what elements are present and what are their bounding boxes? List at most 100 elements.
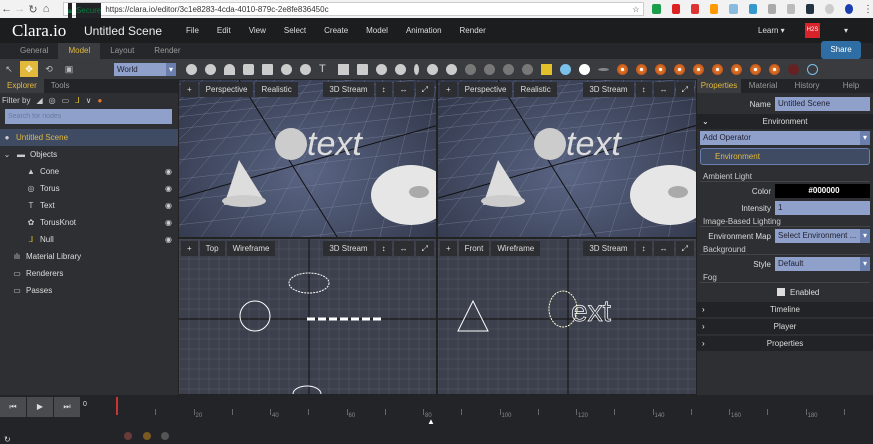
- timeline[interactable]: ⏮ ▶ ⏭ 0 20 40 60 80 100 120 140 160 180 ▲ ↻: [0, 395, 873, 444]
- move-tool-icon[interactable]: ✥: [20, 61, 38, 77]
- hair-icon[interactable]: [446, 63, 457, 75]
- null-icon[interactable]: [541, 63, 552, 75]
- torusknot-icon[interactable]: [300, 63, 311, 75]
- extension-icon[interactable]: [748, 4, 757, 14]
- menu-file[interactable]: File: [186, 26, 213, 35]
- menu-render[interactable]: Render: [460, 26, 500, 35]
- add-icon[interactable]: [579, 63, 590, 75]
- material-icon[interactable]: [750, 63, 761, 75]
- menu-model[interactable]: Model: [366, 26, 402, 35]
- vertical-arrows-icon[interactable]: ↕: [635, 82, 652, 97]
- viewport-4[interactable]: ext + Front Wireframe 3D Stream ↕ ↔ ⤢: [437, 238, 697, 395]
- extension-icon[interactable]: [690, 4, 700, 14]
- back-icon[interactable]: ←: [0, 3, 13, 15]
- maximize-icon[interactable]: ⤢: [415, 82, 434, 97]
- material-icon[interactable]: [655, 63, 666, 75]
- geosphere-icon[interactable]: [186, 63, 197, 75]
- tree-item-renderers[interactable]: ▭ Renderers: [0, 265, 178, 282]
- loop-icon[interactable]: ↻: [4, 435, 11, 444]
- render-mode-select[interactable]: Wireframe: [491, 241, 541, 256]
- material-icon[interactable]: [769, 63, 780, 75]
- tab-render[interactable]: Render: [144, 43, 190, 59]
- menu-animation[interactable]: Animation: [406, 26, 456, 35]
- tree-item-cone[interactable]: ▲ Cone ◉: [0, 163, 178, 180]
- menu-edit[interactable]: Edit: [217, 26, 245, 35]
- light-icon[interactable]: [503, 63, 514, 75]
- camera-select[interactable]: Top: [199, 241, 225, 256]
- account-dropdown[interactable]: ▾: [844, 26, 848, 35]
- tree-item-passes[interactable]: ▭ Passes: [0, 282, 178, 299]
- material-icon[interactable]: [617, 63, 628, 75]
- visibility-eye-icon[interactable]: ◉: [165, 218, 172, 227]
- viewport-3[interactable]: + Top Wireframe 3D Stream ↕ ↔ ⤢: [178, 238, 437, 395]
- visibility-eye-icon[interactable]: ◉: [165, 235, 172, 244]
- tab-properties[interactable]: Properties: [697, 79, 741, 93]
- home-icon[interactable]: ⌂: [40, 3, 53, 15]
- brush-icon[interactable]: [427, 63, 438, 75]
- visibility-eye-icon[interactable]: ◉: [165, 201, 172, 210]
- tree-item-scene[interactable]: ● Untitled Scene: [0, 129, 178, 146]
- extension-icon[interactable]: [825, 4, 834, 14]
- tab-history[interactable]: History: [785, 79, 829, 93]
- filter-curve-icon[interactable]: ∨: [86, 96, 92, 105]
- adblock-icon[interactable]: [671, 4, 680, 14]
- profile-icon[interactable]: [844, 4, 853, 14]
- extension-icon[interactable]: [806, 4, 815, 14]
- skip-end-button[interactable]: ⏭: [54, 397, 80, 417]
- coordinate-space-select[interactable]: World: [114, 62, 176, 76]
- tree-item-null[interactable]: ⅃ Null ◉: [0, 231, 178, 248]
- tab-material[interactable]: Material: [741, 79, 785, 93]
- tree-item-objects[interactable]: ⌄ ▬ Objects: [0, 146, 178, 163]
- playhead[interactable]: [116, 397, 118, 415]
- extension-icon[interactable]: [767, 4, 777, 14]
- rss-icon[interactable]: [710, 4, 719, 14]
- player-section-header[interactable]: › Player: [697, 319, 873, 334]
- viewport-2[interactable]: text + Perspective Realistic 3D Stream ↕…: [437, 79, 697, 238]
- extension-icon[interactable]: [787, 4, 796, 14]
- text-icon[interactable]: T: [319, 63, 330, 75]
- tree-item-material-library[interactable]: ılı Material Library: [0, 248, 178, 265]
- material-icon[interactable]: [674, 63, 685, 75]
- key-red-icon[interactable]: [124, 432, 132, 440]
- pyramid-icon[interactable]: [338, 63, 349, 75]
- check-icon[interactable]: [807, 63, 818, 75]
- share-button[interactable]: Share: [821, 41, 861, 59]
- rotate-tool-icon[interactable]: ⟲: [40, 61, 58, 77]
- camera-select[interactable]: Front: [458, 241, 490, 256]
- tree-item-text[interactable]: T Text ◉: [0, 197, 178, 214]
- viewport-menu-button[interactable]: +: [181, 82, 198, 97]
- visibility-eye-icon[interactable]: ◉: [165, 167, 172, 176]
- tab-layout[interactable]: Layout: [100, 43, 144, 59]
- extension-icon[interactable]: [729, 4, 738, 14]
- style-select[interactable]: Default: [775, 257, 870, 271]
- filter-null-icon[interactable]: ⅃: [75, 96, 79, 105]
- viewport-1[interactable]: text + Perspective Realistic 3D Stream ↕…: [178, 79, 437, 238]
- timeline-section-header[interactable]: › Timeline: [697, 302, 873, 317]
- expand-timeline-icon[interactable]: ▲: [427, 417, 435, 426]
- cloud-icon[interactable]: [465, 63, 476, 75]
- material-icon[interactable]: [731, 63, 742, 75]
- chrome-menu-icon[interactable]: ⋮: [863, 4, 873, 15]
- fog-enabled-checkbox[interactable]: [777, 288, 785, 296]
- box-icon[interactable]: [262, 63, 273, 75]
- learn-menu[interactable]: Learn ▾: [758, 26, 785, 35]
- render-mode-select[interactable]: Realistic: [514, 82, 557, 97]
- vertical-arrows-icon[interactable]: ↕: [375, 82, 392, 97]
- material-icon[interactable]: [636, 63, 647, 75]
- tab-general[interactable]: General: [10, 43, 58, 59]
- tab-model[interactable]: Model: [58, 43, 101, 59]
- play-button[interactable]: ▶: [27, 397, 53, 417]
- key-yellow-icon[interactable]: [143, 432, 151, 440]
- intensity-stepper[interactable]: 1: [775, 201, 870, 215]
- ring-icon[interactable]: [484, 63, 495, 75]
- skeleton-icon[interactable]: [560, 63, 571, 75]
- vertical-arrows-icon[interactable]: ↕: [375, 241, 392, 256]
- reload-icon[interactable]: ↻: [26, 3, 39, 16]
- cylinder-icon[interactable]: [243, 63, 254, 75]
- icosphere-icon[interactable]: [395, 63, 406, 75]
- tab-tools[interactable]: Tools: [44, 79, 77, 93]
- forward-icon[interactable]: →: [13, 3, 26, 15]
- torus-icon[interactable]: [281, 63, 292, 75]
- vertical-arrows-icon[interactable]: ↕: [635, 241, 652, 256]
- maximize-icon[interactable]: ⤢: [415, 241, 434, 256]
